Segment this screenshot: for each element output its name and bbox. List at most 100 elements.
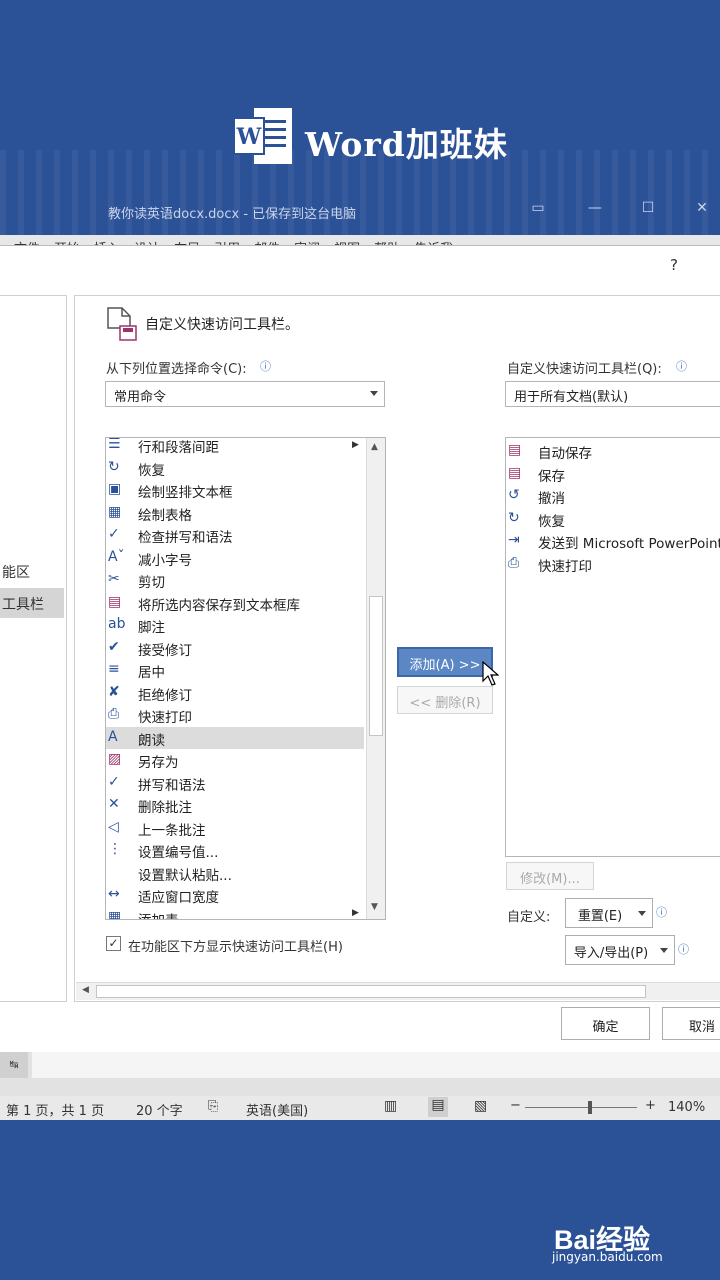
command-item-label: 快速打印 xyxy=(138,710,192,726)
command-item[interactable]: A 朗读 xyxy=(106,726,364,749)
remove-button[interactable]: << 删除(R) xyxy=(397,686,493,714)
command-item-label: 剪切 xyxy=(138,575,165,591)
panel-title: 自定义快速访问工具栏。 xyxy=(145,317,299,333)
command-item[interactable]: ▦ 绘制表格 xyxy=(106,502,364,524)
show-below-label: 在功能区下方显示快速访问工具栏(H) xyxy=(128,940,343,955)
nav-item-ribbon[interactable]: 能区 xyxy=(0,556,64,586)
info-icon: ⓘ xyxy=(260,360,271,373)
qat-item[interactable]: ▤ 自动保存 xyxy=(506,440,720,462)
mouse-cursor-icon xyxy=(482,661,499,686)
help-button[interactable]: ? xyxy=(670,256,678,274)
minimize-icon[interactable]: — xyxy=(585,200,605,220)
command-item[interactable]: ✂ 剪切 xyxy=(106,569,364,591)
qat-item[interactable]: ↺ 撤消 xyxy=(506,485,720,507)
proofing-icon[interactable]: ⎘ xyxy=(208,1099,218,1114)
import-export-button[interactable]: 导入/导出(P) xyxy=(565,935,675,965)
command-item-label: 设置默认粘贴... xyxy=(138,867,232,884)
cancel-button[interactable]: 取消 xyxy=(662,1007,720,1040)
scroll-left-icon[interactable]: ◀ xyxy=(82,985,89,995)
command-item[interactable]: ✕ 删除批注 xyxy=(106,794,364,816)
qat-item-label: 恢复 xyxy=(538,513,565,530)
command-item[interactable]: ≡ 居中 xyxy=(106,659,364,681)
qat-item-label: 快速打印 xyxy=(538,558,592,575)
command-item-label: 将所选内容保存到文本框库 xyxy=(138,597,300,614)
horizontal-scrollbar[interactable]: ◀ xyxy=(76,982,720,1000)
choose-commands-dropdown[interactable]: 常用命令 xyxy=(105,381,385,407)
footnote-icon: ab xyxy=(108,616,126,632)
command-item[interactable]: ▤ 将所选内容保存到文本框库 xyxy=(106,592,364,614)
scroll-up-icon[interactable]: ▲ xyxy=(371,442,381,454)
zoom-in-icon[interactable]: + xyxy=(645,1098,656,1113)
scroll-thumb[interactable] xyxy=(369,596,383,736)
command-item-label: 行和段落间距 xyxy=(138,440,219,456)
command-item[interactable]: ⎙ 快速打印 xyxy=(106,704,364,726)
modify-button[interactable]: 修改(M)... xyxy=(506,862,594,890)
command-item[interactable]: ▣ 绘制竖排文本框 xyxy=(106,479,364,501)
reset-button[interactable]: 重置(E) xyxy=(565,898,653,928)
command-item[interactable]: ▦ 添加表 xyxy=(106,907,364,920)
command-item[interactable]: ◁ 上一条批注 xyxy=(106,817,364,839)
qat-list[interactable]: ▤ 自动保存 ▤ 保存 ↺ 撤消 ↻ 恢复 ⇥ 发送到 Microsoft PowerPoint ⎙… xyxy=(505,437,720,857)
command-item-label: 拒绝修订 xyxy=(138,687,192,704)
command-item[interactable]: ✓ 拼写和语法 xyxy=(106,772,364,794)
maximize-icon[interactable]: ☐ xyxy=(638,200,658,220)
commands-scrollbar[interactable]: ▲ ▼ xyxy=(366,438,385,919)
command-item[interactable]: 设置默认粘贴... xyxy=(106,862,364,884)
show-below-checkbox[interactable]: ✓ xyxy=(106,936,121,951)
add-button[interactable]: 添加(A) >> xyxy=(397,647,493,677)
qat-item[interactable]: ↻ 恢复 xyxy=(506,508,720,530)
language[interactable]: 英语(美国) xyxy=(246,1100,308,1119)
read-mode-icon[interactable]: ▥ xyxy=(384,1098,397,1114)
qat-scope-dropdown[interactable]: 用于所有文档(默认) xyxy=(505,381,720,407)
save-icon: ▤ xyxy=(508,464,522,481)
zoom-level[interactable]: 140% xyxy=(668,1100,705,1115)
status-bar: 第 1 页，共 1 页 20 个字 ⎘ 英语(美国) ▥ ▤ ▧ − + 140… xyxy=(0,1096,720,1120)
command-item[interactable]: ✔ 接受修订 xyxy=(106,637,364,659)
info-icon: ⓘ xyxy=(678,943,689,956)
command-item-label: 恢复 xyxy=(138,462,165,479)
customize-qat-label: 自定义快速访问工具栏(Q): xyxy=(507,362,662,377)
commands-list[interactable]: ☰ 行和段落间距 ↻ 恢复 ▣ 绘制竖排文本框 ▦ 绘制表格 ✓ 检查拼写和语法 Aˇ 减小字号 ✂ 剪切… xyxy=(105,437,386,920)
send-to-icon: ⇥ xyxy=(508,532,520,548)
command-item[interactable]: ↻ 恢复 xyxy=(106,457,364,479)
ruler-tab-icon[interactable]: ↹ xyxy=(0,1052,28,1078)
close-icon[interactable]: ✕ xyxy=(692,200,712,220)
qat-item-label: 撤消 xyxy=(538,491,565,507)
word-count[interactable]: 20 个字 xyxy=(136,1100,183,1119)
command-item[interactable]: ⋮ 设置编号值... xyxy=(106,839,364,861)
ribbon-display-icon[interactable]: ▭ xyxy=(528,200,548,220)
quick-print-icon: ⎙ xyxy=(108,706,120,722)
delete-comment-icon: ✕ xyxy=(108,796,120,812)
spelling-check-icon: ✓ xyxy=(108,526,120,542)
print-layout-icon[interactable]: ▤ xyxy=(428,1097,448,1117)
zoom-out-icon[interactable]: − xyxy=(510,1098,521,1113)
command-item[interactable]: ↔ 适应窗口宽度 xyxy=(106,884,364,906)
shrink-font-icon: Aˇ xyxy=(108,548,125,565)
command-item[interactable]: ☰ 行和段落间距 xyxy=(106,437,364,456)
nav-item-qat[interactable]: 工具栏 xyxy=(0,588,64,618)
command-item-label: 绘制竖排文本框 xyxy=(138,485,233,501)
command-item-label: 接受修订 xyxy=(138,642,192,659)
paragraph-spacing-icon: ☰ xyxy=(108,437,121,452)
chevron-down-icon xyxy=(660,948,668,953)
page-count[interactable]: 第 1 页，共 1 页 xyxy=(6,1100,104,1119)
command-item[interactable]: Aˇ 减小字号 xyxy=(106,547,364,569)
scroll-down-icon[interactable]: ▼ xyxy=(371,902,381,914)
command-item[interactable]: ▨ 另存为 xyxy=(106,749,364,771)
chevron-down-icon xyxy=(638,911,646,916)
command-item[interactable]: ab 脚注 xyxy=(106,614,364,636)
command-item[interactable]: ✘ 拒绝修订 xyxy=(106,682,364,704)
save-selection-icon: ▤ xyxy=(108,593,122,610)
baidu-url: jingyan.baidu.com xyxy=(552,1250,663,1264)
accept-revision-icon: ✔ xyxy=(108,638,120,655)
customize-label: 自定义: xyxy=(507,910,551,925)
zoom-slider[interactable] xyxy=(525,1107,637,1108)
qat-item[interactable]: ⇥ 发送到 Microsoft PowerPoint xyxy=(506,530,720,552)
web-layout-icon[interactable]: ▧ xyxy=(474,1098,487,1114)
qat-item[interactable]: ⎙ 快速打印 xyxy=(506,553,720,575)
hscroll-thumb[interactable] xyxy=(96,985,646,998)
zoom-slider-thumb[interactable] xyxy=(588,1101,592,1114)
command-item[interactable]: ✓ 检查拼写和语法 xyxy=(106,524,364,546)
qat-item[interactable]: ▤ 保存 xyxy=(506,463,720,485)
ok-button[interactable]: 确定 xyxy=(561,1007,650,1040)
